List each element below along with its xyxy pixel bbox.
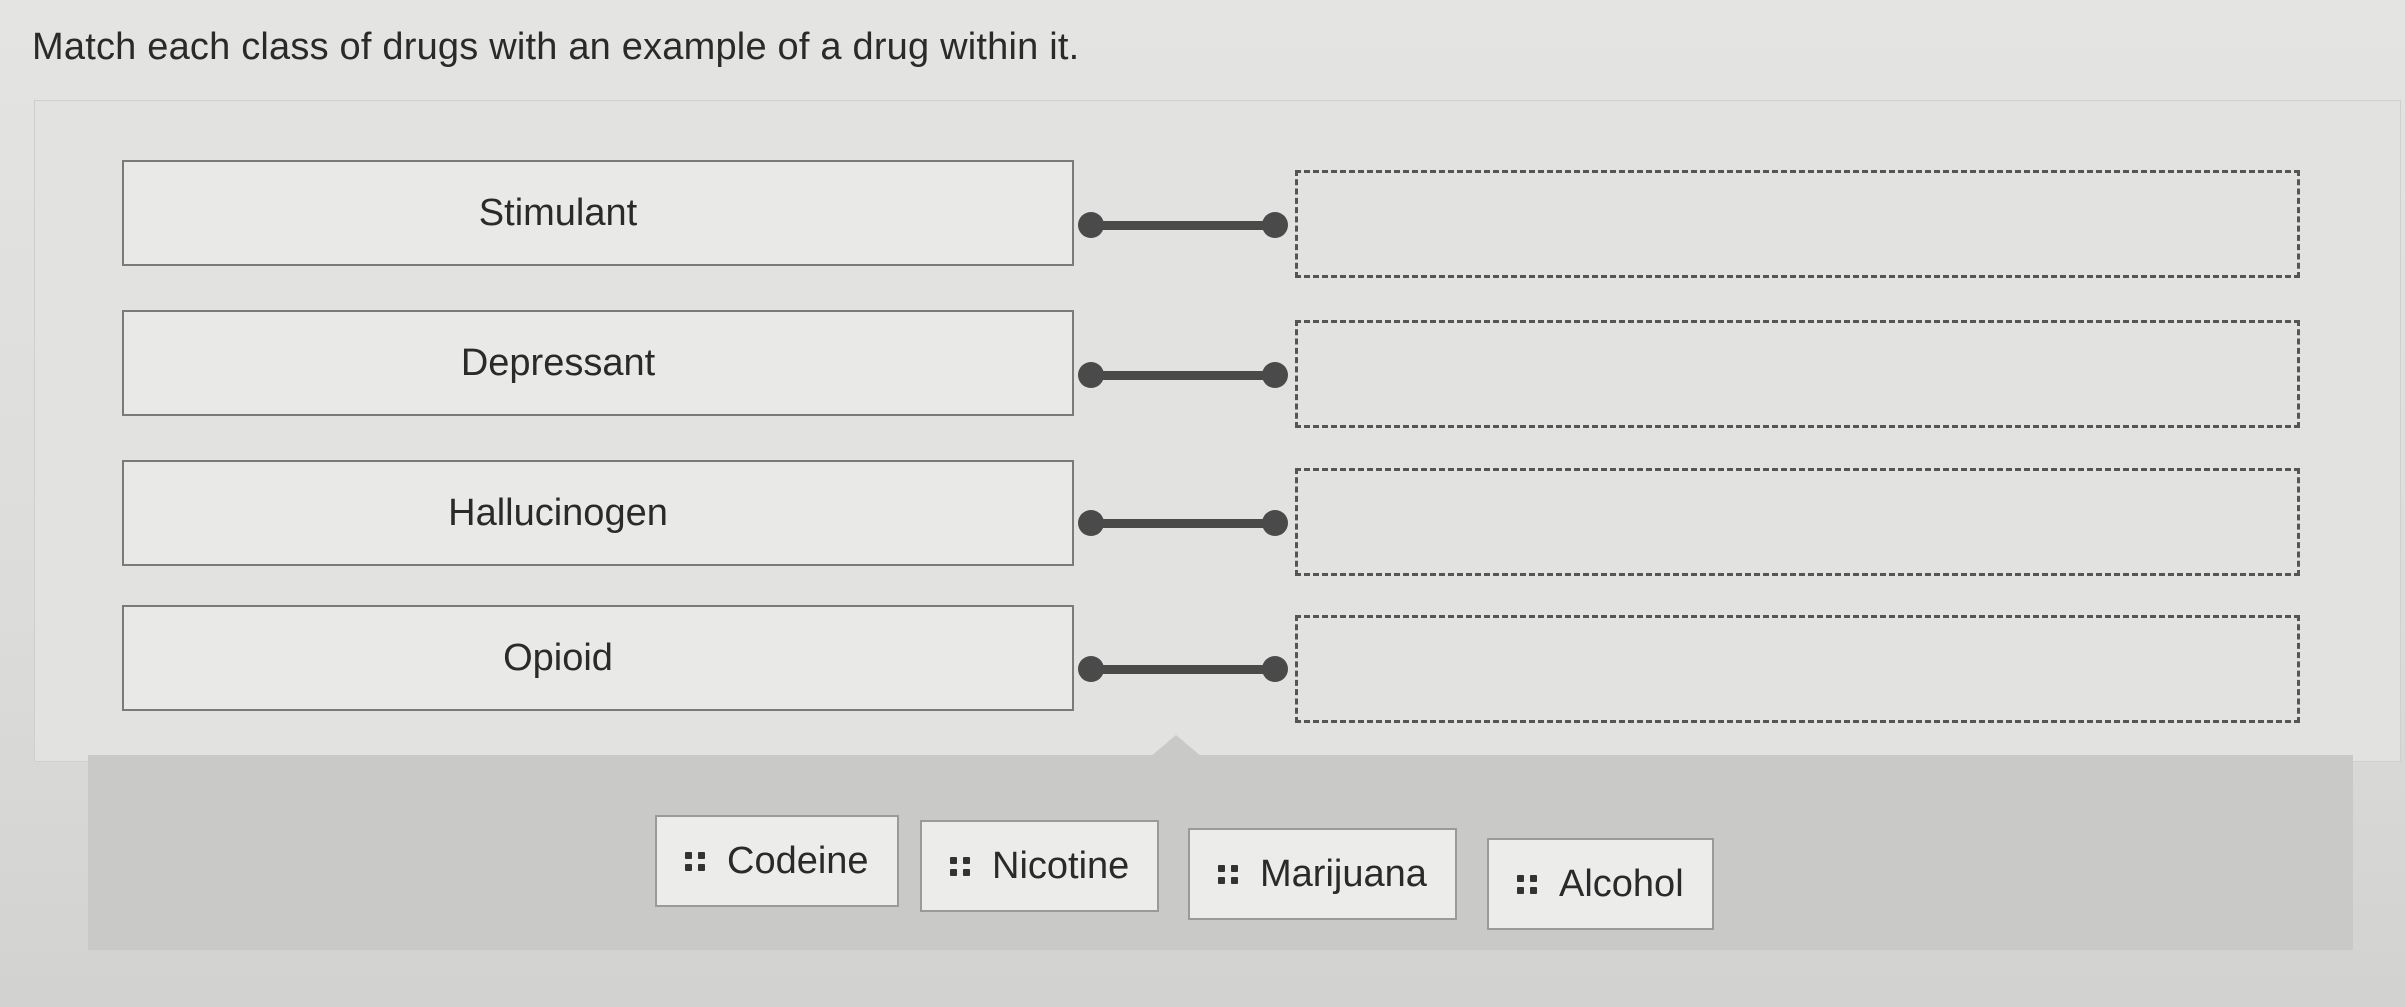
connector-dot-right	[1262, 510, 1288, 536]
choice-chip-marijuana[interactable]: Marijuana	[1188, 828, 1457, 920]
choice-label: Marijuana	[1260, 852, 1427, 895]
class-label: Hallucinogen	[448, 491, 668, 534]
drop-zone-4[interactable]	[1295, 615, 2300, 723]
drag-handle-icon[interactable]	[1218, 864, 1238, 884]
connector-line	[1078, 654, 1288, 684]
drop-zone-1[interactable]	[1295, 170, 2300, 278]
choice-chip-codeine[interactable]: Codeine	[655, 815, 899, 907]
class-label: Opioid	[503, 636, 613, 679]
drop-zone-2[interactable]	[1295, 320, 2300, 428]
drag-handle-icon[interactable]	[1517, 874, 1537, 894]
class-item-hallucinogen: Hallucinogen	[122, 460, 1074, 566]
class-label: Depressant	[460, 341, 656, 384]
class-item-stimulant: Stimulant	[122, 160, 1074, 266]
question-prompt: Match each class of drugs with an exampl…	[32, 26, 1080, 68]
matching-question-page: Match each class of drugs with an exampl…	[0, 0, 2405, 1007]
choice-label: Nicotine	[992, 844, 1130, 887]
connector-line	[1078, 360, 1288, 390]
connector-line	[1078, 210, 1288, 240]
choice-label: Codeine	[727, 839, 869, 882]
connector-dot-right	[1262, 656, 1288, 682]
bank-pointer	[1150, 735, 1202, 757]
connector-dot-right	[1262, 212, 1288, 238]
class-label: Stimulant	[478, 191, 638, 234]
connector-bar	[1090, 371, 1276, 380]
connector-dot-right	[1262, 362, 1288, 388]
drag-handle-icon[interactable]	[685, 851, 705, 871]
choice-chip-nicotine[interactable]: Nicotine	[920, 820, 1160, 912]
connector-bar	[1090, 519, 1276, 528]
drop-zone-3[interactable]	[1295, 468, 2300, 576]
connector-bar	[1090, 665, 1276, 674]
drag-handle-icon[interactable]	[950, 856, 970, 876]
class-item-depressant: Depressant	[122, 310, 1074, 416]
connector-bar	[1090, 221, 1276, 230]
class-item-opioid: Opioid	[122, 605, 1074, 711]
choice-chip-alcohol[interactable]: Alcohol	[1487, 838, 1714, 930]
connector-line	[1078, 508, 1288, 538]
choice-label: Alcohol	[1559, 862, 1684, 905]
